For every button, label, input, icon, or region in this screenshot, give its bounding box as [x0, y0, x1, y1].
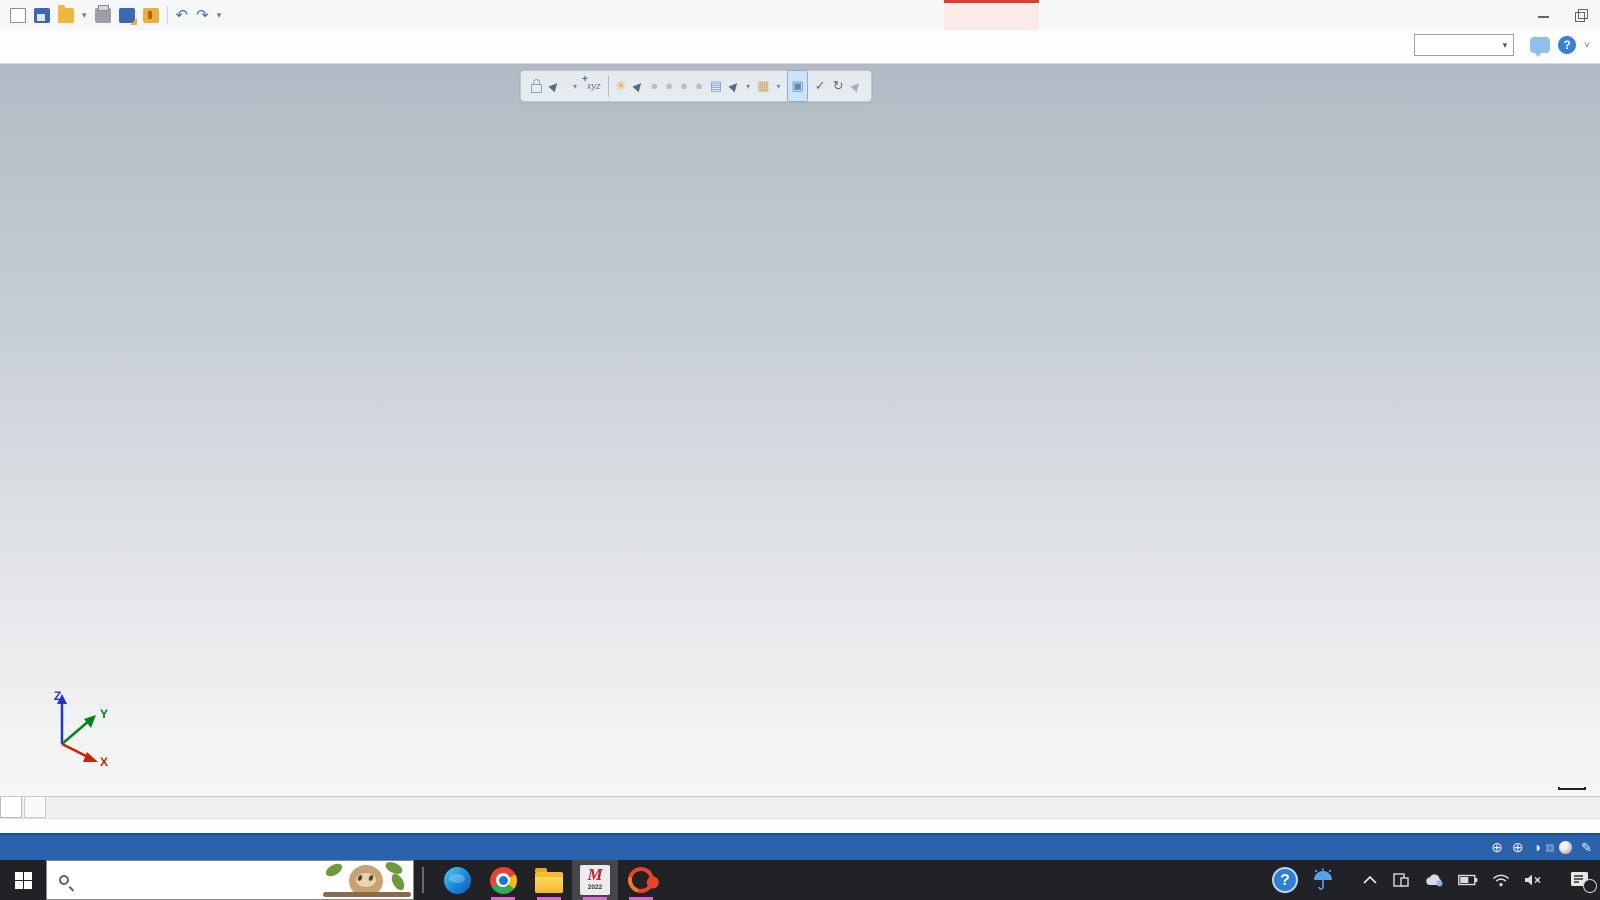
- rotate-gview-icon[interactable]: ↻: [833, 71, 844, 101]
- taskbar-search[interactable]: [46, 860, 414, 900]
- edit-appearance-icon[interactable]: ✎: [1581, 840, 1592, 856]
- edge-icon: [444, 867, 471, 894]
- rain-umbrella-icon: [1312, 868, 1334, 892]
- cylinder-mask-icon[interactable]: ●: [680, 71, 688, 101]
- quick-access-toolbar: ▾ ↶ ↷ ▾: [0, 0, 221, 30]
- start-button[interactable]: [0, 860, 46, 900]
- ribbon-tab-row: [0, 30, 1600, 64]
- sphere-mask-icon[interactable]: ●: [665, 71, 673, 101]
- axis-z-label: Z: [54, 689, 61, 703]
- scale-value: [1558, 787, 1586, 790]
- feedback-icon[interactable]: [1530, 37, 1550, 53]
- xyz-entry-icon[interactable]: xyz: [584, 81, 601, 91]
- taskbar-divider: [422, 867, 424, 893]
- open-file-icon[interactable]: [58, 8, 74, 23]
- status-bar: ⊕ ⊕ ◑ ✎: [0, 833, 1600, 860]
- window-title: [0, 0, 1600, 30]
- highlight-select-icon[interactable]: ▣: [787, 70, 807, 102]
- help-icon[interactable]: ?: [1558, 36, 1576, 54]
- action-center-icon[interactable]: [1570, 871, 1590, 889]
- volume-muted-icon[interactable]: [1524, 873, 1542, 887]
- grid-select-icon[interactable]: ▦: [757, 71, 769, 101]
- open-dropdown-caret[interactable]: ▾: [82, 10, 87, 21]
- graphics-viewport[interactable]: ▶ ▾ xyz ✳ ▶ ● ● ● ● ▤ ▶ ▾ ▦ ▾ ▣ ✓ ↻ ▶ Z …: [0, 64, 1600, 796]
- restore-button[interactable]: [1575, 10, 1586, 21]
- model-scene[interactable]: [0, 64, 1600, 796]
- window-select-icon[interactable]: ▶: [722, 74, 747, 97]
- taskbar-app-explorer[interactable]: [526, 860, 572, 900]
- save-icon[interactable]: [34, 8, 50, 23]
- validate-select-icon[interactable]: ✓: [815, 71, 826, 101]
- add-viewsheet-button[interactable]: [24, 797, 46, 818]
- title-bar: ▾ ↶ ↷ ▾: [0, 0, 1600, 30]
- chevron-down-icon: ▾: [1503, 40, 1508, 51]
- undo-icon[interactable]: ↶: [176, 8, 189, 23]
- collapse-ribbon-icon[interactable]: ˅: [1584, 40, 1590, 51]
- search-icon: [59, 875, 69, 885]
- gear-icon[interactable]: ✳: [616, 71, 627, 101]
- preset-dropdown[interactable]: ▾: [1414, 34, 1514, 56]
- grid-select-caret[interactable]: ▾: [776, 82, 780, 91]
- toolbar-divider: [608, 75, 609, 97]
- last-select-icon[interactable]: ▶: [843, 74, 868, 97]
- device-icon[interactable]: [1392, 872, 1410, 888]
- print-icon[interactable]: [95, 8, 111, 23]
- windows-taskbar: M2022 ?: [0, 860, 1600, 900]
- lock-icon[interactable]: [531, 84, 542, 93]
- taskbar-app-chrome[interactable]: [480, 860, 526, 900]
- autocursor-caret[interactable]: ▾: [573, 82, 577, 91]
- shading-off-icon[interactable]: [1559, 841, 1572, 854]
- gnomon-cplane-icon[interactable]: ⊕: [1512, 835, 1524, 860]
- gnomon-wcs-icon[interactable]: ⊕: [1491, 835, 1503, 860]
- search-highlight-image[interactable]: [323, 861, 411, 899]
- axis-x-label: X: [100, 755, 108, 766]
- box-mask-icon[interactable]: ●: [695, 71, 703, 101]
- viewsheet-tab[interactable]: [0, 797, 22, 818]
- pointer-icon[interactable]: ▶: [626, 74, 651, 97]
- wifi-icon[interactable]: [1492, 873, 1510, 887]
- battery-icon[interactable]: [1458, 874, 1478, 886]
- recorder-icon: [623, 862, 659, 898]
- mastercam-icon: M2022: [580, 865, 610, 895]
- selection-toolbar: ▶ ▾ xyz ✳ ▶ ● ● ● ● ▤ ▶ ▾ ▦ ▾ ▣ ✓ ↻ ▶: [520, 70, 872, 102]
- chrome-icon: [490, 867, 517, 894]
- plane-mask-icon[interactable]: ●: [650, 71, 658, 101]
- help-tray-icon[interactable]: ?: [1272, 867, 1298, 893]
- taskbar-app-mastercam[interactable]: M2022: [572, 860, 618, 900]
- select-cursor-icon[interactable]: ▶: [542, 74, 567, 97]
- spacer: [0, 818, 1600, 833]
- zip-folder-icon[interactable]: [143, 8, 159, 23]
- taskbar-app-edge[interactable]: [434, 860, 480, 900]
- minimize-button[interactable]: [1538, 10, 1549, 21]
- gnomon-tplane-icon[interactable]: ◑: [1533, 835, 1541, 860]
- save-as-icon[interactable]: [119, 8, 135, 23]
- search-input[interactable]: [79, 872, 289, 889]
- customize-toolbar-caret[interactable]: ▾: [217, 10, 222, 21]
- taskbar-app-recorder[interactable]: [618, 860, 664, 900]
- document-select-icon[interactable]: ▤: [710, 71, 722, 101]
- tray-chevron-up-icon[interactable]: [1362, 875, 1378, 885]
- window-select-caret[interactable]: ▾: [746, 82, 750, 91]
- notification-count-badge: [1583, 879, 1597, 893]
- toolbar-divider: [167, 6, 168, 24]
- onedrive-cloud-icon[interactable]: [1424, 873, 1444, 887]
- contextual-group-label: [944, 0, 1039, 30]
- viewsheet-bar: [0, 796, 1600, 818]
- redo-icon[interactable]: ↷: [196, 8, 209, 23]
- axis-gizmo: Z Y X: [28, 688, 128, 766]
- new-file-icon[interactable]: [10, 8, 26, 23]
- axis-y-label: Y: [100, 707, 108, 721]
- folder-icon: [535, 872, 563, 893]
- windows-logo-icon: [15, 872, 32, 889]
- scale-widget: [1558, 787, 1586, 790]
